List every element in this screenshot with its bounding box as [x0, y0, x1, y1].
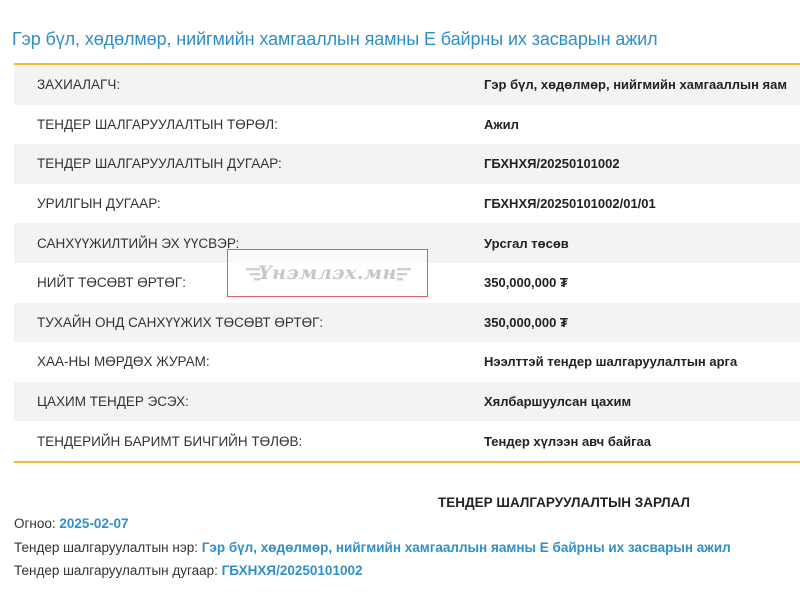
details-value: Урсгал төсөв [484, 235, 569, 251]
details-label: ТЕНДЕР ШАЛГАРУУЛАЛТЫН ДУГААР: [37, 156, 282, 172]
name-label: Тендер шалгаруулалтын нэр: [14, 540, 202, 555]
date-label: Огноо: [14, 516, 60, 531]
details-label: ХАА-НЫ МӨРДӨХ ЖУРАМ: [37, 354, 210, 370]
details-value: Нээлттэй тендер шалгаруулалтын арга [484, 354, 738, 370]
details-label: ТЕНДЕР ШАЛГАРУУЛАЛТЫН ТӨРӨЛ: [37, 116, 278, 132]
details-row-invitation-number: УРИЛГЫН ДУГААР: ГБХНХЯ/20250101002/01/01 [14, 183, 800, 224]
announcement-heading: ТЕНДЕР ШАЛГАРУУЛАЛТЫН ЗАРЛАЛ [438, 495, 691, 510]
details-label: ЦАХИМ ТЕНДЕР ЭСЭХ: [37, 394, 189, 410]
details-label: УРИЛГЫН ДУГААР: [37, 196, 161, 212]
details-label: ТЕНДЕРИЙН БАРИМТ БИЧГИЙН ТӨЛӨВ: [37, 433, 303, 449]
details-row-document-status: ТЕНДЕРИЙН БАРИМТ БИЧГИЙН ТӨЛӨВ: Тендер х… [14, 421, 800, 461]
details-value: Тендер хүлээн авч байгаа [484, 433, 651, 449]
details-value: Хялбаршуулсан цахим [484, 394, 632, 410]
details-value: 350,000,000 ₮ [484, 275, 568, 291]
watermark-text: Үнэмлэх.мн [258, 262, 397, 284]
announcement-name: Тендер шалгаруулалтын нэр: Гэр бүл, хөдө… [14, 540, 731, 555]
date-value: 2025-02-07 [59, 516, 129, 531]
tender-number-link[interactable]: ГБХНХЯ/20250101002 [222, 563, 363, 578]
details-row-annual-budget: ТУХАЙН ОНД САНХҮҮЖИХ ТӨСӨВТ ӨРТӨГ: 350,0… [14, 302, 800, 343]
announcement-number: Тендер шалгаруулалтын дугаар: ГБХНХЯ/202… [14, 563, 362, 578]
watermark-logo: Үнэмлэх.мн [227, 249, 428, 297]
details-row-type: ТЕНДЕР ШАЛГАРУУЛАЛТЫН ТӨРӨЛ: Ажил [14, 104, 800, 145]
details-row-tender-number: ТЕНДЕР ШАЛГАРУУЛАЛТЫН ДУГААР: ГБХНХЯ/202… [14, 144, 800, 184]
details-row-customer: ЗАХИАЛАГЧ: Гэр бүл, хөдөлмөр, нийгмийн х… [14, 65, 800, 105]
announcement-date: Огноо: 2025-02-07 [14, 516, 128, 531]
page-title: Гэр бүл, хөдөлмөр, нийгмийн хамгааллын я… [12, 29, 658, 49]
details-row-electronic: ЦАХИМ ТЕНДЕР ЭСЭХ: Хялбаршуулсан цахим [14, 381, 800, 422]
details-value: ГБХНХЯ/20250101002 [484, 156, 620, 172]
details-label: ТУХАЙН ОНД САНХҮҮЖИХ ТӨСӨВТ ӨРТӨГ: [37, 314, 324, 330]
details-row-procedure: ХАА-НЫ МӨРДӨХ ЖУРАМ: Нээлттэй тендер шал… [14, 342, 800, 382]
details-value: 350,000,000 ₮ [484, 314, 568, 330]
tender-name-link[interactable]: Гэр бүл, хөдөлмөр, нийгмийн хамгааллын я… [202, 540, 731, 555]
details-value: ГБХНХЯ/20250101002/01/01 [484, 196, 656, 212]
details-value: Гэр бүл, хөдөлмөр, нийгмийн хамгааллын я… [484, 77, 787, 93]
details-label: ЗАХИАЛАГЧ: [37, 77, 121, 93]
tender-page: Гэр бүл, хөдөлмөр, нийгмийн хамгааллын я… [0, 0, 800, 596]
details-value: Ажил [484, 116, 519, 132]
number-label: Тендер шалгаруулалтын дугаар: [14, 563, 222, 578]
